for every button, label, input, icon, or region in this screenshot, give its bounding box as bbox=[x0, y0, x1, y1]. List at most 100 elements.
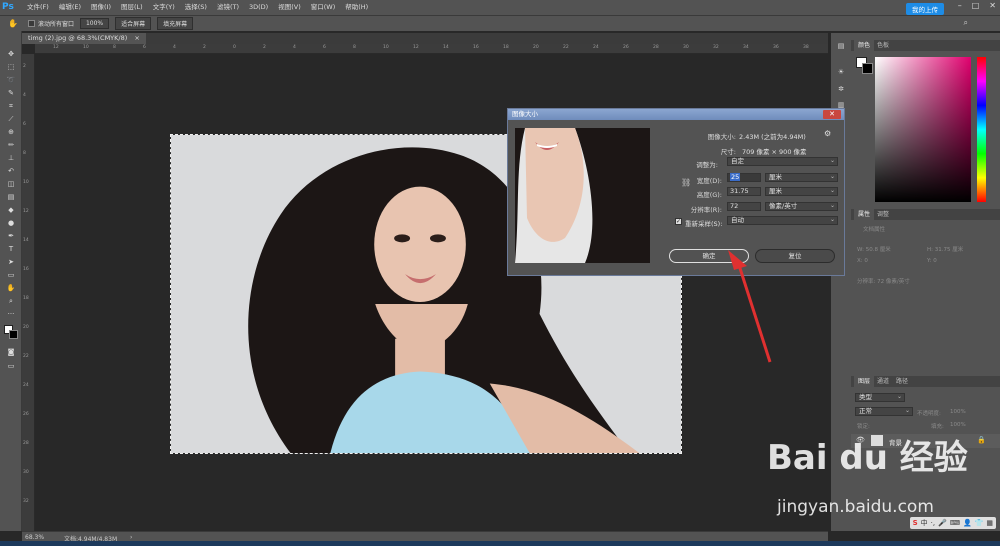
color-picker-field[interactable] bbox=[875, 57, 971, 202]
marquee-tool-icon[interactable]: ⬚ bbox=[4, 62, 18, 73]
panel-background-swatch[interactable] bbox=[862, 63, 873, 74]
width-unit-select[interactable]: 厘米 bbox=[765, 173, 838, 182]
visibility-eye-icon[interactable]: 👁 bbox=[856, 436, 865, 444]
shape-tool-icon[interactable]: ▭ bbox=[4, 270, 18, 281]
quick-mask-icon[interactable]: ◙ bbox=[4, 347, 18, 358]
menu-filter[interactable]: 滤镜(T) bbox=[212, 0, 244, 15]
user-icon[interactable]: 👤 bbox=[963, 519, 972, 527]
minimize-button[interactable]: – bbox=[958, 1, 962, 10]
ruler-tick-label: 6 bbox=[23, 122, 26, 127]
fill-screen-button[interactable]: 填充屏幕 bbox=[157, 17, 194, 30]
lasso-tool-icon[interactable]: ➰ bbox=[4, 75, 18, 86]
ok-button[interactable]: 确定 bbox=[669, 249, 749, 263]
punctuation-mode[interactable]: ·, bbox=[931, 519, 935, 527]
microphone-icon[interactable]: 🎤 bbox=[938, 519, 947, 527]
settings-gear-icon[interactable]: ⚙ bbox=[824, 129, 831, 138]
search-icon[interactable]: ⌕ bbox=[964, 18, 968, 28]
keyboard-icon[interactable]: ⌨ bbox=[950, 519, 960, 527]
crop-tool-icon[interactable]: ⌗ bbox=[4, 101, 18, 112]
brush-tool-icon[interactable]: ✏ bbox=[4, 140, 18, 151]
adjustments-panel-icon[interactable]: ☀ bbox=[834, 68, 848, 80]
gradient-tool-icon[interactable]: ▤ bbox=[4, 192, 18, 203]
screen-mode-icon[interactable]: ▭ bbox=[4, 361, 18, 372]
close-tab-icon[interactable]: × bbox=[134, 34, 139, 42]
ruler-tick-label: 36 bbox=[773, 45, 779, 50]
x-info: X: 0 bbox=[857, 258, 868, 264]
zoom-level[interactable]: 68.3% bbox=[25, 534, 44, 541]
reset-button[interactable]: 复位 bbox=[755, 249, 835, 263]
tab-swatches[interactable]: 色板 bbox=[873, 40, 893, 51]
opacity-value[interactable]: 100% bbox=[950, 409, 966, 415]
vertical-ruler: 2 4 6 8 10 12 14 16 18 20 22 24 26 28 30 32 bbox=[22, 54, 35, 531]
menu-file[interactable]: 文件(F) bbox=[22, 0, 54, 15]
resample-select[interactable]: 自动 bbox=[727, 216, 838, 225]
dialog-preview[interactable] bbox=[515, 128, 650, 263]
shirt-icon[interactable]: 👕 bbox=[975, 519, 984, 527]
background-color-swatch[interactable] bbox=[9, 330, 18, 339]
resample-checkbox[interactable]: ✓ bbox=[675, 218, 682, 225]
photoshop-logo: Ps bbox=[2, 2, 14, 12]
grid-icon[interactable]: ▦ bbox=[986, 519, 993, 527]
zoom-100-button[interactable]: 100% bbox=[79, 18, 110, 29]
status-menu-arrow-icon[interactable]: › bbox=[130, 534, 132, 541]
stamp-tool-icon[interactable]: ⊥ bbox=[4, 153, 18, 164]
menu-select[interactable]: 选择(S) bbox=[180, 0, 212, 15]
ime-mode[interactable]: 中 bbox=[921, 518, 928, 528]
tab-paths[interactable]: 路径 bbox=[892, 376, 912, 387]
ruler-tick-label: 2 bbox=[203, 45, 206, 50]
pen-tool-icon[interactable]: ✒ bbox=[4, 231, 18, 242]
zoom-tool-icon[interactable]: ⌕ bbox=[4, 296, 18, 307]
tab-layers[interactable]: 图层 bbox=[854, 376, 875, 387]
ruler-tick-label: 16 bbox=[23, 267, 29, 272]
resolution-input[interactable]: 72 bbox=[727, 202, 761, 211]
path-select-icon[interactable]: ➤ bbox=[4, 257, 18, 268]
hand-tool-icon[interactable]: ✋ bbox=[4, 283, 18, 294]
quick-select-tool-icon[interactable]: ✎ bbox=[4, 88, 18, 99]
menu-image[interactable]: 图像(I) bbox=[86, 0, 116, 15]
menu-bar: Ps 文件(F) 编辑(E) 图像(I) 图层(L) 文字(Y) 选择(S) 滤… bbox=[0, 0, 1000, 15]
height-label: 高度(G): bbox=[696, 191, 722, 199]
tab-channels[interactable]: 通道 bbox=[873, 376, 893, 387]
menu-view[interactable]: 视图(V) bbox=[273, 0, 306, 15]
healing-tool-icon[interactable]: ⊕ bbox=[4, 127, 18, 138]
blur-tool-icon[interactable]: ◆ bbox=[4, 205, 18, 216]
blend-mode-select[interactable]: 正常 bbox=[855, 407, 913, 416]
menu-type[interactable]: 文字(Y) bbox=[148, 0, 180, 15]
menu-help[interactable]: 帮助(H) bbox=[340, 0, 373, 15]
hue-slider[interactable] bbox=[977, 57, 986, 202]
type-tool-icon[interactable]: T bbox=[4, 244, 18, 255]
fit-screen-button[interactable]: 适合屏幕 bbox=[115, 17, 152, 30]
dimensions-toggle-icon[interactable]: ⌄ bbox=[729, 145, 734, 152]
dodge-tool-icon[interactable]: ● bbox=[4, 218, 18, 229]
fit-to-select[interactable]: 自定 bbox=[727, 157, 838, 166]
sogou-ime-icon[interactable]: S bbox=[913, 519, 918, 527]
menu-3d[interactable]: 3D(D) bbox=[244, 0, 273, 15]
more-tools-icon[interactable]: ··· bbox=[4, 309, 18, 320]
menu-window[interactable]: 窗口(W) bbox=[306, 0, 341, 15]
height-unit-select[interactable]: 厘米 bbox=[765, 187, 838, 196]
document-tab[interactable]: timg (2).jpg @ 68.3%(CMYK/8) × bbox=[22, 33, 146, 44]
history-brush-icon[interactable]: ↶ bbox=[4, 166, 18, 177]
menu-edit[interactable]: 编辑(E) bbox=[54, 0, 86, 15]
dialog-close-button[interactable]: ✕ bbox=[823, 110, 841, 119]
move-tool-icon[interactable]: ✥ bbox=[4, 49, 18, 60]
tab-adjustments[interactable]: 调整 bbox=[873, 209, 893, 220]
tab-color[interactable]: 颜色 bbox=[854, 40, 875, 51]
layer-kind-filter[interactable]: 类型 bbox=[855, 393, 905, 402]
eyedropper-tool-icon[interactable]: ⟋ bbox=[4, 114, 18, 125]
menu-layer[interactable]: 图层(L) bbox=[116, 0, 148, 15]
maximize-button[interactable]: □ bbox=[972, 1, 980, 10]
layer-row[interactable]: 👁 背景 🔒 bbox=[851, 434, 1000, 448]
brush-settings-icon[interactable]: ✲ bbox=[834, 85, 848, 97]
fill-value[interactable]: 100% bbox=[950, 422, 966, 428]
width-input[interactable]: 25 bbox=[727, 173, 761, 182]
height-info: H: 31.75 厘米 bbox=[927, 247, 964, 253]
resolution-unit-select[interactable]: 像素/英寸 bbox=[765, 202, 838, 211]
eraser-tool-icon[interactable]: ◫ bbox=[4, 179, 18, 190]
history-panel-icon[interactable]: ▤ bbox=[834, 42, 848, 54]
height-input[interactable]: 31.75 bbox=[727, 187, 761, 196]
tab-properties[interactable]: 属性 bbox=[854, 209, 875, 220]
scroll-all-checkbox[interactable] bbox=[27, 20, 35, 27]
share-upload-button[interactable]: 我的上传 bbox=[906, 3, 944, 15]
close-button[interactable]: ✕ bbox=[989, 1, 996, 10]
